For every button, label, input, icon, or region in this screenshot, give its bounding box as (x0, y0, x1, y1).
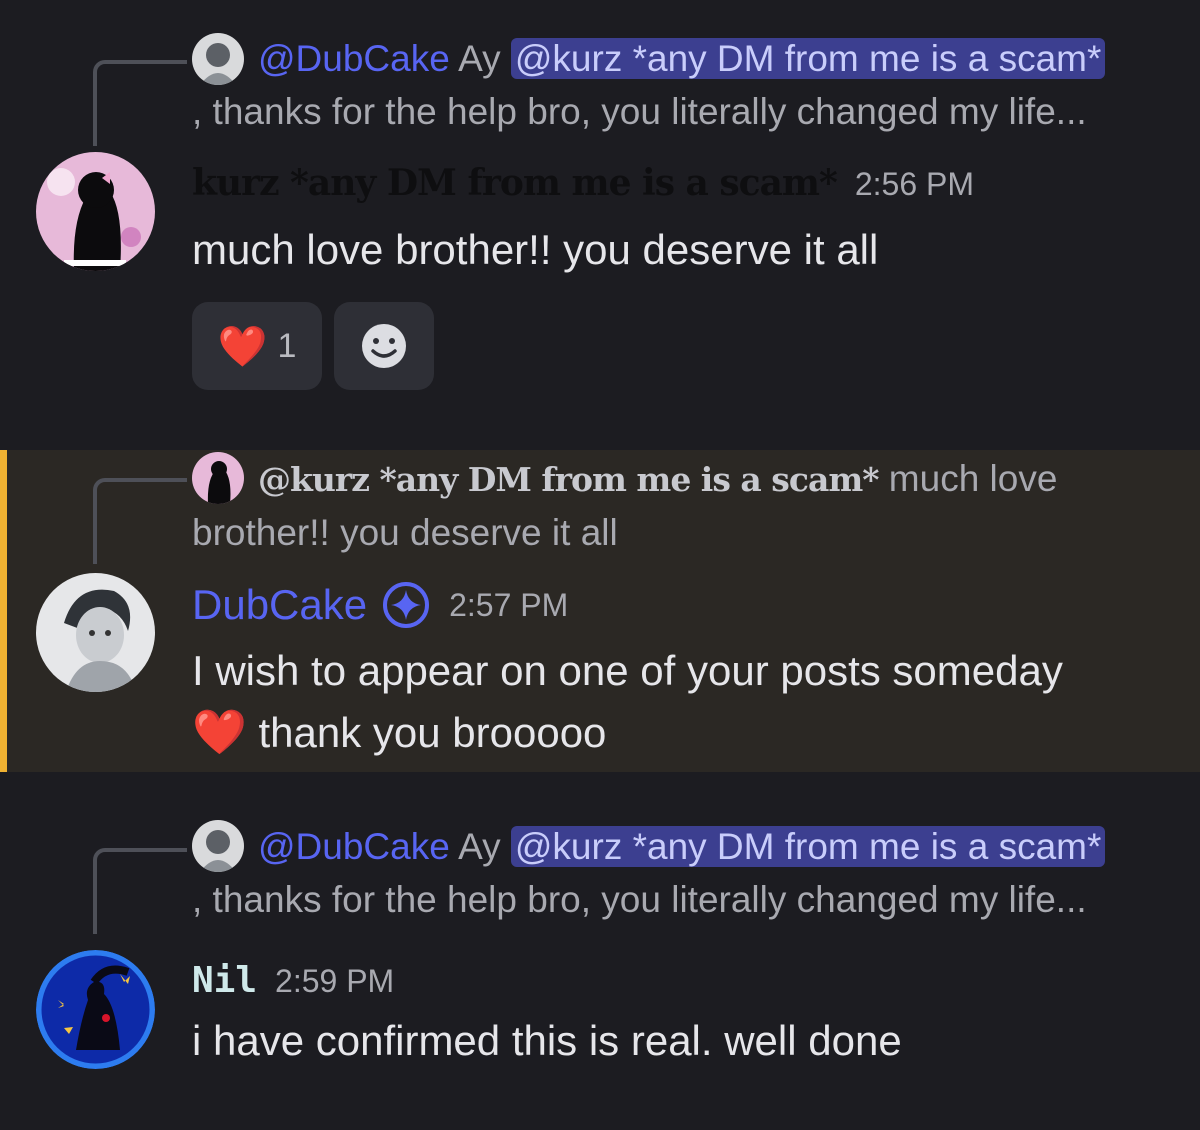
author-name[interactable]: Nil (192, 960, 257, 1001)
timestamp: 2:57 PM (449, 586, 569, 623)
heart-icon: ❤️ (192, 708, 247, 757)
reply-preview[interactable]: @kurz *any DM from me is a scam* much lo… (192, 452, 1167, 559)
reply-author[interactable]: @DubCake (258, 826, 450, 867)
message-line-2: thank you brooooo (258, 709, 607, 756)
author-name[interactable]: DubCake (192, 581, 367, 629)
reply-connector (93, 478, 187, 564)
add-reaction-button[interactable] (334, 302, 434, 390)
reply-preview[interactable]: @DubCake Ay @kurz *any DM from me is a s… (192, 820, 1167, 926)
author-name[interactable]: kurz *any DM from me is a scam* (192, 162, 838, 204)
reply-text-lead: Ay (458, 38, 501, 79)
timestamp: 2:59 PM (275, 963, 395, 999)
reply-author[interactable]: @DubCake (258, 38, 450, 79)
add-reaction-icon (362, 324, 406, 368)
nitro-star-icon (383, 582, 430, 628)
avatar-nil[interactable] (36, 950, 155, 1069)
mention-pill[interactable]: @kurz *any DM from me is a scam* (510, 38, 1106, 79)
reply-text-tail: , thanks for the help bro, you literally… (192, 91, 1087, 132)
reply-preview[interactable]: @DubCake Ay @kurz *any DM from me is a s… (192, 32, 1167, 138)
reactions-bar: ❤️ 1 (192, 302, 434, 390)
message-line-1: I wish to appear on one of your posts so… (192, 647, 1063, 694)
reply-text-lead: Ay (458, 826, 501, 867)
message-kurz: @DubCake Ay @kurz *any DM from me is a s… (0, 0, 1200, 440)
message-content: i have confirmed this is real. well done (192, 1017, 902, 1064)
message-content: much love brother!! you deserve it all (192, 226, 879, 273)
reply-text-tail: , thanks for the help bro, you literally… (192, 879, 1087, 920)
reaction-heart[interactable]: ❤️ 1 (192, 302, 322, 390)
heart-icon: ❤️ (217, 324, 268, 369)
reply-author[interactable]: @kurz *any DM from me is a scam* (258, 460, 880, 499)
avatar-kurz[interactable] (36, 152, 155, 271)
message-dubcake: @kurz *any DM from me is a scam* much lo… (0, 450, 1200, 772)
message-content: I wish to appear on one of your posts so… (192, 640, 1172, 764)
timestamp: 2:56 PM (854, 166, 974, 202)
message-nil: @DubCake Ay @kurz *any DM from me is a s… (0, 772, 1200, 1130)
avatar-dubcake[interactable] (36, 573, 155, 692)
reaction-count: 1 (277, 326, 297, 365)
reply-connector (93, 60, 187, 146)
mention-highlight-bar (0, 450, 7, 772)
mention-pill[interactable]: @kurz *any DM from me is a scam* (510, 826, 1106, 867)
reply-connector (93, 848, 187, 934)
